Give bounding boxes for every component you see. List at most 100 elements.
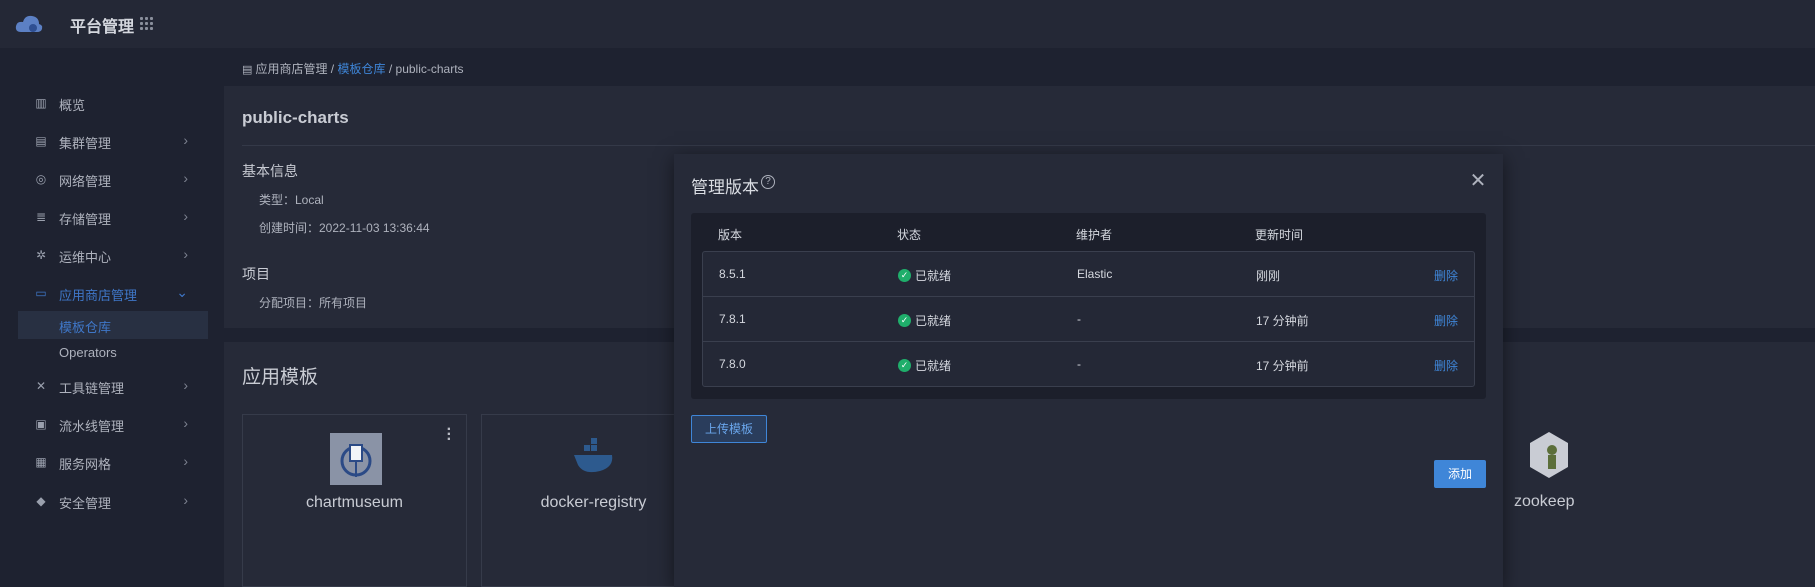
sidebar-item-label: 概览 bbox=[59, 98, 86, 113]
sidebar-item-label: 安全管理 bbox=[59, 496, 112, 511]
chevron-right-icon: › bbox=[183, 377, 188, 393]
column-header-version: 版本 bbox=[718, 228, 743, 242]
pipeline-icon: ▣ bbox=[35, 417, 47, 431]
chevron-right-icon: › bbox=[183, 492, 188, 508]
sidebar-item-label: 应用商店管理 bbox=[59, 288, 138, 303]
template-card-name: chartmuseum bbox=[306, 494, 403, 511]
chevron-right-icon: › bbox=[183, 170, 188, 186]
sidebar-item-label: 存储管理 bbox=[59, 212, 112, 227]
sidebar-item-label: 服务网格 bbox=[59, 457, 112, 472]
sidebar-item-label: 网络管理 bbox=[59, 174, 112, 189]
sidebar-subitem-label: Operators bbox=[59, 345, 117, 360]
sidebar-item-security[interactable]: ◆ 安全管理 › bbox=[18, 486, 208, 516]
status-text: 已就绪 bbox=[915, 359, 952, 373]
check-circle-icon: ✓ bbox=[898, 269, 911, 282]
sidebar-item-label: 流水线管理 bbox=[59, 419, 125, 434]
sidebar-item-pipeline[interactable]: ▣ 流水线管理 › bbox=[18, 409, 208, 439]
column-header-status: 状态 bbox=[897, 228, 922, 242]
template-card-name: docker-registry bbox=[540, 494, 647, 511]
globe-icon: ◎ bbox=[35, 172, 47, 186]
chevron-right-icon: › bbox=[183, 246, 188, 262]
sidebar-item-toolchain[interactable]: ✕ 工具链管理 › bbox=[18, 371, 208, 401]
column-header-updated: 更新时间 bbox=[1255, 228, 1304, 242]
project-title: 项目 bbox=[242, 266, 270, 282]
cell-version: 7.8.0 bbox=[719, 357, 746, 371]
column-header-maintainer: 维护者 bbox=[1076, 228, 1113, 242]
status-text: 已就绪 bbox=[915, 269, 952, 283]
sidebar-item-overview[interactable]: ▥ 概览 bbox=[18, 88, 208, 118]
chevron-right-icon: › bbox=[183, 415, 188, 431]
cell-maintainer: - bbox=[1077, 357, 1081, 371]
sidebar-item-label: 工具链管理 bbox=[59, 381, 125, 396]
sidebar-item-app-store[interactable]: ▭ 应用商店管理 ⌄ bbox=[18, 278, 208, 308]
cell-status: ✓ 已就绪 bbox=[898, 312, 951, 329]
sidebar-subitem-label: 模板仓库 bbox=[59, 320, 112, 335]
table-row: 7.8.1 ✓ 已就绪 - 17 分钟前 删除 bbox=[703, 297, 1474, 342]
breadcrumb-current: public-charts bbox=[395, 62, 464, 76]
folder-icon: ▤ bbox=[242, 64, 256, 76]
cell-status: ✓ 已就绪 bbox=[898, 267, 951, 284]
cell-maintainer: Elastic bbox=[1077, 267, 1113, 281]
sidebar-item-label: 运维中心 bbox=[59, 250, 112, 265]
chevron-down-icon: ⌄ bbox=[176, 284, 188, 300]
database-icon: ≣ bbox=[35, 210, 47, 224]
cell-updated: 17 分钟前 bbox=[1256, 359, 1309, 373]
check-circle-icon: ✓ bbox=[898, 314, 911, 327]
help-icon[interactable]: ? bbox=[761, 175, 775, 189]
cell-updated: 刚刚 bbox=[1256, 269, 1281, 283]
sidebar-subitem-template-repo[interactable]: 模板仓库 bbox=[18, 311, 208, 339]
sidebar-subitem-operators[interactable]: Operators bbox=[18, 339, 208, 367]
cluster-icon: ▤ bbox=[35, 134, 47, 148]
shield-icon: ◆ bbox=[36, 494, 46, 508]
bar-chart-icon: ▥ bbox=[35, 96, 47, 110]
breadcrumb-root[interactable]: 应用商店管理 bbox=[255, 62, 327, 76]
cloud-logo-icon[interactable] bbox=[14, 12, 44, 36]
add-button[interactable]: 添加 bbox=[1434, 460, 1486, 488]
top-bar: 平台管理 bbox=[0, 0, 1815, 48]
breadcrumb: ▤ 应用商店管理 / 模板仓库 / public-charts bbox=[242, 60, 464, 77]
sidebar-item-cluster[interactable]: ▤ 集群管理 › bbox=[18, 126, 208, 156]
breadcrumb-separator: / bbox=[327, 62, 338, 76]
versions-table: 版本 状态 维护者 更新时间 8.5.1 ✓ 已就绪 Elastic 刚刚 删除 … bbox=[691, 213, 1486, 399]
upload-template-button[interactable]: 上传模板 bbox=[691, 415, 767, 443]
template-card-name-partial: zookeep bbox=[1514, 493, 1575, 510]
sidebar-item-storage[interactable]: ≣ 存储管理 › bbox=[18, 202, 208, 232]
page-title: public-charts bbox=[242, 108, 349, 127]
chevron-right-icon: › bbox=[183, 132, 188, 148]
sidebar-item-ops[interactable]: ✲ 运维中心 › bbox=[18, 240, 208, 270]
table-row: 7.8.0 ✓ 已就绪 - 17 分钟前 删除 bbox=[703, 342, 1474, 387]
app-title: 平台管理 bbox=[70, 19, 135, 36]
divider bbox=[242, 145, 1815, 146]
templates-title: 应用模板 bbox=[242, 367, 319, 388]
delete-link[interactable]: 删除 bbox=[1434, 267, 1458, 284]
check-circle-icon: ✓ bbox=[898, 359, 911, 372]
template-card-docker-registry[interactable]: docker-registry bbox=[481, 414, 706, 587]
basic-info-title: 基本信息 bbox=[242, 163, 298, 179]
repo-type: 类型：Local bbox=[259, 193, 324, 207]
breadcrumb-separator: / bbox=[385, 62, 396, 76]
dialog-title: 管理版本 bbox=[691, 178, 759, 197]
cell-maintainer: - bbox=[1077, 312, 1081, 326]
delete-link[interactable]: 删除 bbox=[1434, 312, 1458, 329]
chartmuseum-logo-icon bbox=[330, 433, 382, 485]
ops-icon: ✲ bbox=[35, 248, 47, 262]
status-text: 已就绪 bbox=[915, 314, 952, 328]
repo-created-time: 创建时间：2022-11-03 13:36:44 bbox=[259, 221, 430, 235]
template-card-chartmuseum[interactable]: · · · chartmuseum bbox=[242, 414, 467, 587]
apps-grid-icon[interactable] bbox=[140, 17, 153, 30]
cell-version: 7.8.1 bbox=[719, 312, 746, 326]
sidebar-item-label: 集群管理 bbox=[59, 136, 112, 151]
table-body: 8.5.1 ✓ 已就绪 Elastic 刚刚 删除 7.8.1 ✓ 已就绪 - 17… bbox=[702, 251, 1475, 387]
manage-versions-dialog: 管理版本 ? ✕ 版本 状态 维护者 更新时间 8.5.1 ✓ 已就绪 Elast… bbox=[674, 154, 1503, 587]
docker-logo-icon bbox=[574, 438, 613, 473]
zookeeper-logo-icon bbox=[1528, 430, 1570, 482]
folder-icon: ▭ bbox=[35, 286, 47, 300]
more-options-icon[interactable]: · · · bbox=[447, 422, 452, 448]
breadcrumb-link-template-repo[interactable]: 模板仓库 bbox=[337, 62, 385, 76]
close-icon[interactable]: ✕ bbox=[1469, 171, 1487, 191]
sidebar-item-network[interactable]: ◎ 网络管理 › bbox=[18, 164, 208, 194]
sidebar-item-service-mesh[interactable]: ▦ 服务网格 › bbox=[18, 447, 208, 477]
chevron-right-icon: › bbox=[183, 208, 188, 224]
delete-link[interactable]: 删除 bbox=[1434, 357, 1458, 374]
repo-assigned-project: 分配项目：所有项目 bbox=[259, 296, 368, 310]
